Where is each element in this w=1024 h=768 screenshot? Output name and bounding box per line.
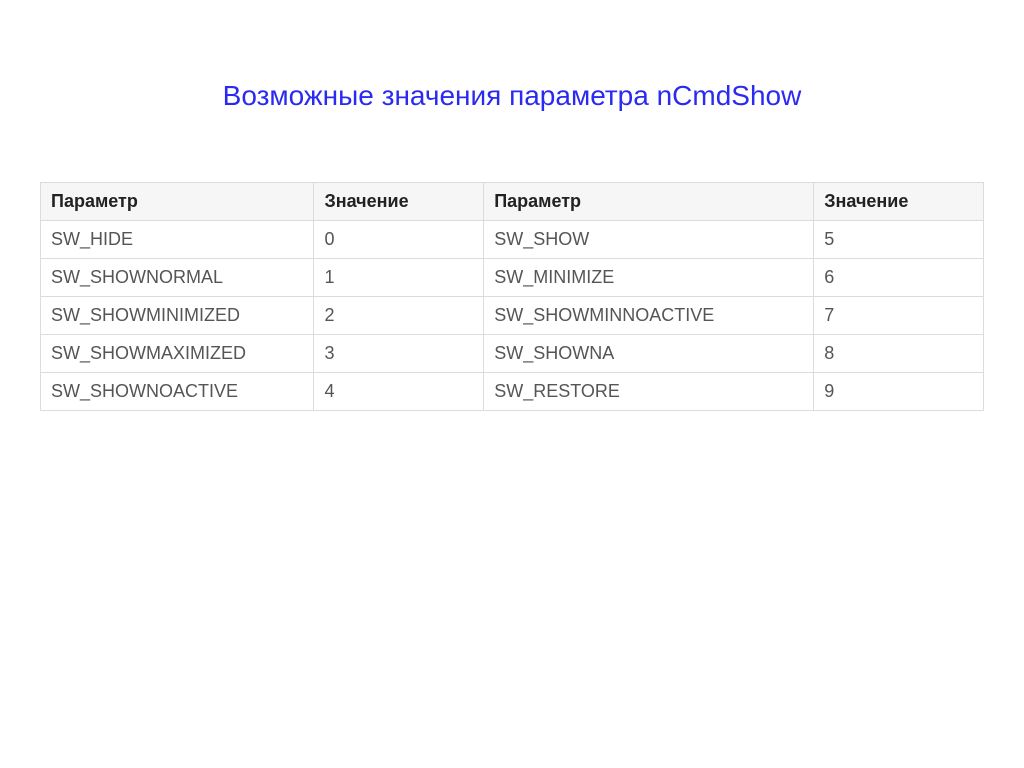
- cell-value: 6: [814, 259, 984, 297]
- cell-param: SW_SHOWNA: [484, 335, 814, 373]
- header-value-2: Значение: [814, 183, 984, 221]
- cell-value: 8: [814, 335, 984, 373]
- table-row: SW_SHOWMINIMIZED 2 SW_SHOWMINNOACTIVE 7: [41, 297, 984, 335]
- cell-param: SW_SHOWNOACTIVE: [41, 373, 314, 411]
- cell-value: 5: [814, 221, 984, 259]
- cell-value: 9: [814, 373, 984, 411]
- header-value-1: Значение: [314, 183, 484, 221]
- cell-param: SW_SHOWMINIMIZED: [41, 297, 314, 335]
- cell-value: 2: [314, 297, 484, 335]
- ncmdshow-table: Параметр Значение Параметр Значение SW_H…: [40, 182, 984, 411]
- cell-param: SW_SHOWMAXIMIZED: [41, 335, 314, 373]
- header-param-2: Параметр: [484, 183, 814, 221]
- cell-param: SW_RESTORE: [484, 373, 814, 411]
- cell-value: 0: [314, 221, 484, 259]
- cell-param: SW_HIDE: [41, 221, 314, 259]
- table-row: SW_HIDE 0 SW_SHOW 5: [41, 221, 984, 259]
- cell-param: SW_SHOWNORMAL: [41, 259, 314, 297]
- table-header-row: Параметр Значение Параметр Значение: [41, 183, 984, 221]
- table-row: SW_SHOWMAXIMIZED 3 SW_SHOWNA 8: [41, 335, 984, 373]
- cell-param: SW_SHOWMINNOACTIVE: [484, 297, 814, 335]
- table-row: SW_SHOWNOACTIVE 4 SW_RESTORE 9: [41, 373, 984, 411]
- cell-param: SW_MINIMIZE: [484, 259, 814, 297]
- cell-value: 7: [814, 297, 984, 335]
- cell-value: 3: [314, 335, 484, 373]
- cell-value: 4: [314, 373, 484, 411]
- document-page: Возможные значения параметра nCmdShow Па…: [0, 0, 1024, 411]
- page-title: Возможные значения параметра nCmdShow: [40, 80, 984, 112]
- cell-value: 1: [314, 259, 484, 297]
- header-param-1: Параметр: [41, 183, 314, 221]
- cell-param: SW_SHOW: [484, 221, 814, 259]
- table-row: SW_SHOWNORMAL 1 SW_MINIMIZE 6: [41, 259, 984, 297]
